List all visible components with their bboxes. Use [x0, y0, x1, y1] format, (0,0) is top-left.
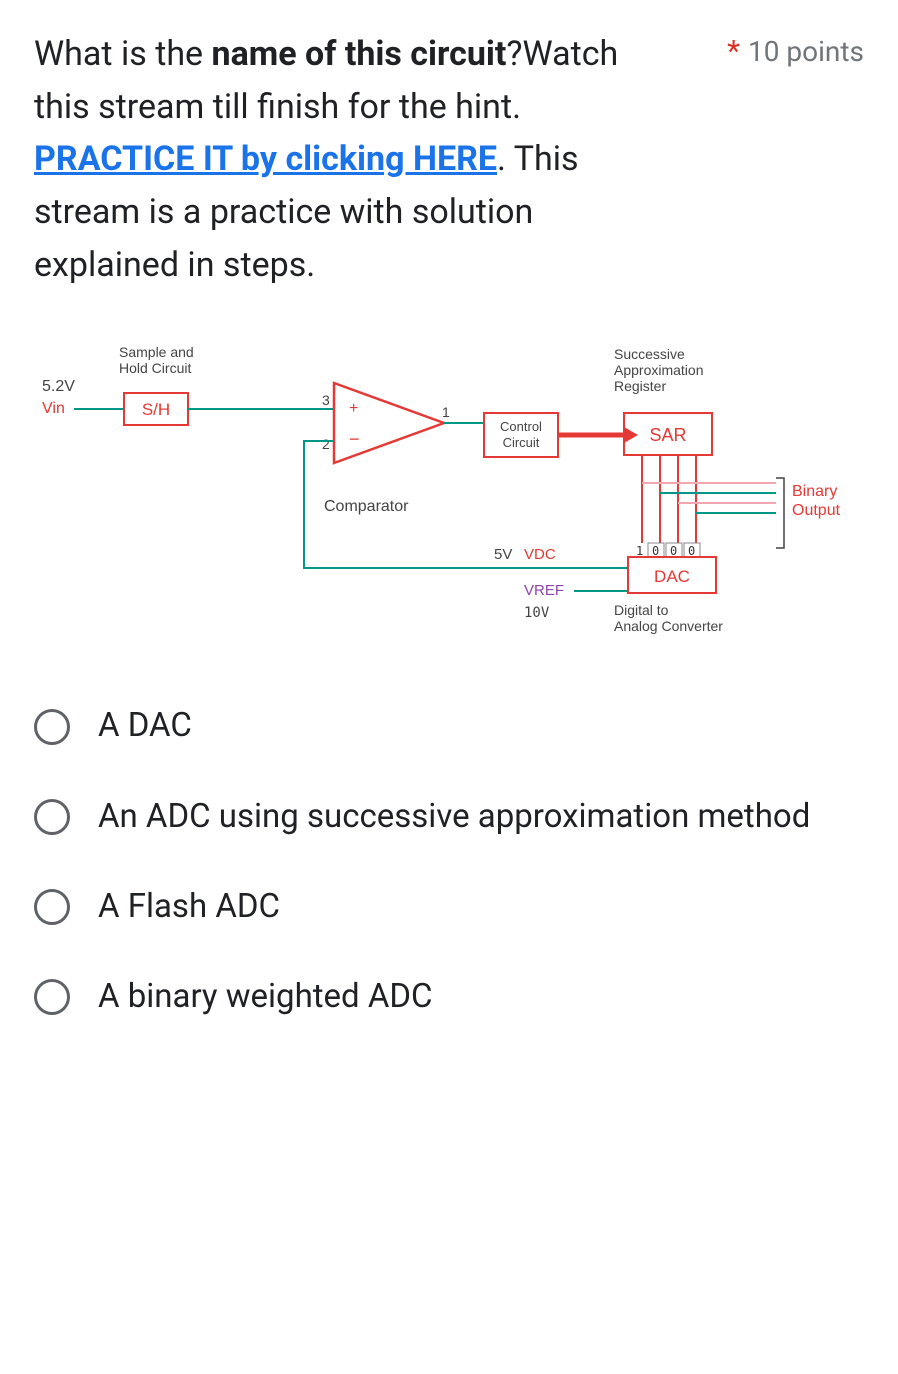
bit1: 0: [652, 544, 659, 558]
ctrl-2: Circuit: [503, 435, 540, 450]
comp-pin3: 3: [322, 392, 330, 408]
ctrl-1: Control: [500, 419, 542, 434]
options-list: A DAC An ADC using successive approximat…: [34, 703, 864, 1020]
sh-block: S/H: [142, 400, 170, 419]
vref-value: 10V: [524, 605, 550, 621]
diagram-svg: 5.2V Vin S/H Sample and Hold Circuit + −…: [34, 343, 864, 663]
question-text: What is the name of this circuit?Watch t…: [34, 28, 654, 291]
dac-title-2: Analog Converter: [614, 618, 723, 634]
comp-plus: +: [349, 400, 358, 417]
comparator-label: Comparator: [324, 498, 409, 515]
dac-block: DAC: [654, 567, 690, 586]
points-label: *10 points: [727, 28, 864, 69]
circuit-diagram: 5.2V Vin S/H Sample and Hold Circuit + −…: [34, 343, 864, 663]
radio-icon[interactable]: [34, 889, 70, 925]
practice-link[interactable]: PRACTICE IT by clicking HERE: [34, 139, 497, 179]
option-label: A DAC: [98, 703, 192, 749]
comp-pin2: 2: [322, 436, 330, 452]
points-value: 10 points: [748, 35, 864, 68]
vin-voltage: 5.2V: [42, 378, 75, 395]
radio-icon[interactable]: [34, 799, 70, 835]
radio-icon[interactable]: [34, 709, 70, 745]
option-label: A binary weighted ADC: [98, 974, 433, 1020]
q-part1: What is the: [34, 34, 212, 74]
binout-1: Binary: [792, 483, 837, 500]
option-3[interactable]: A binary weighted ADC: [34, 974, 864, 1020]
comp-minus: −: [349, 429, 360, 449]
option-0[interactable]: A DAC: [34, 703, 864, 749]
vin-label: Vin: [42, 400, 65, 417]
option-2[interactable]: A Flash ADC: [34, 884, 864, 930]
bit0: 1: [636, 544, 643, 558]
sh-title-2: Hold Circuit: [119, 360, 191, 376]
comp-pin1: 1: [442, 404, 450, 420]
vref-label: VREF: [524, 582, 564, 599]
option-label: A Flash ADC: [98, 884, 280, 930]
sar-block: SAR: [649, 425, 686, 445]
binout-2: Output: [792, 502, 841, 519]
required-mark: *: [727, 34, 740, 69]
bit3: 0: [688, 544, 695, 558]
vdc-5v: 5V: [494, 546, 512, 563]
option-1[interactable]: An ADC using successive approximation me…: [34, 794, 864, 840]
vdc-label: VDC: [524, 546, 556, 563]
bit2: 0: [670, 544, 677, 558]
sar-title-1: Successive: [614, 346, 685, 362]
dac-title-1: Digital to: [614, 602, 669, 618]
question-header: What is the name of this circuit?Watch t…: [34, 28, 864, 291]
radio-icon[interactable]: [34, 979, 70, 1015]
option-label: An ADC using successive approximation me…: [98, 794, 810, 840]
sh-title-1: Sample and: [119, 344, 194, 360]
sar-title-3: Register: [614, 378, 666, 394]
q-bold: name of this circuit: [212, 34, 507, 74]
sar-title-2: Approximation: [614, 362, 704, 378]
